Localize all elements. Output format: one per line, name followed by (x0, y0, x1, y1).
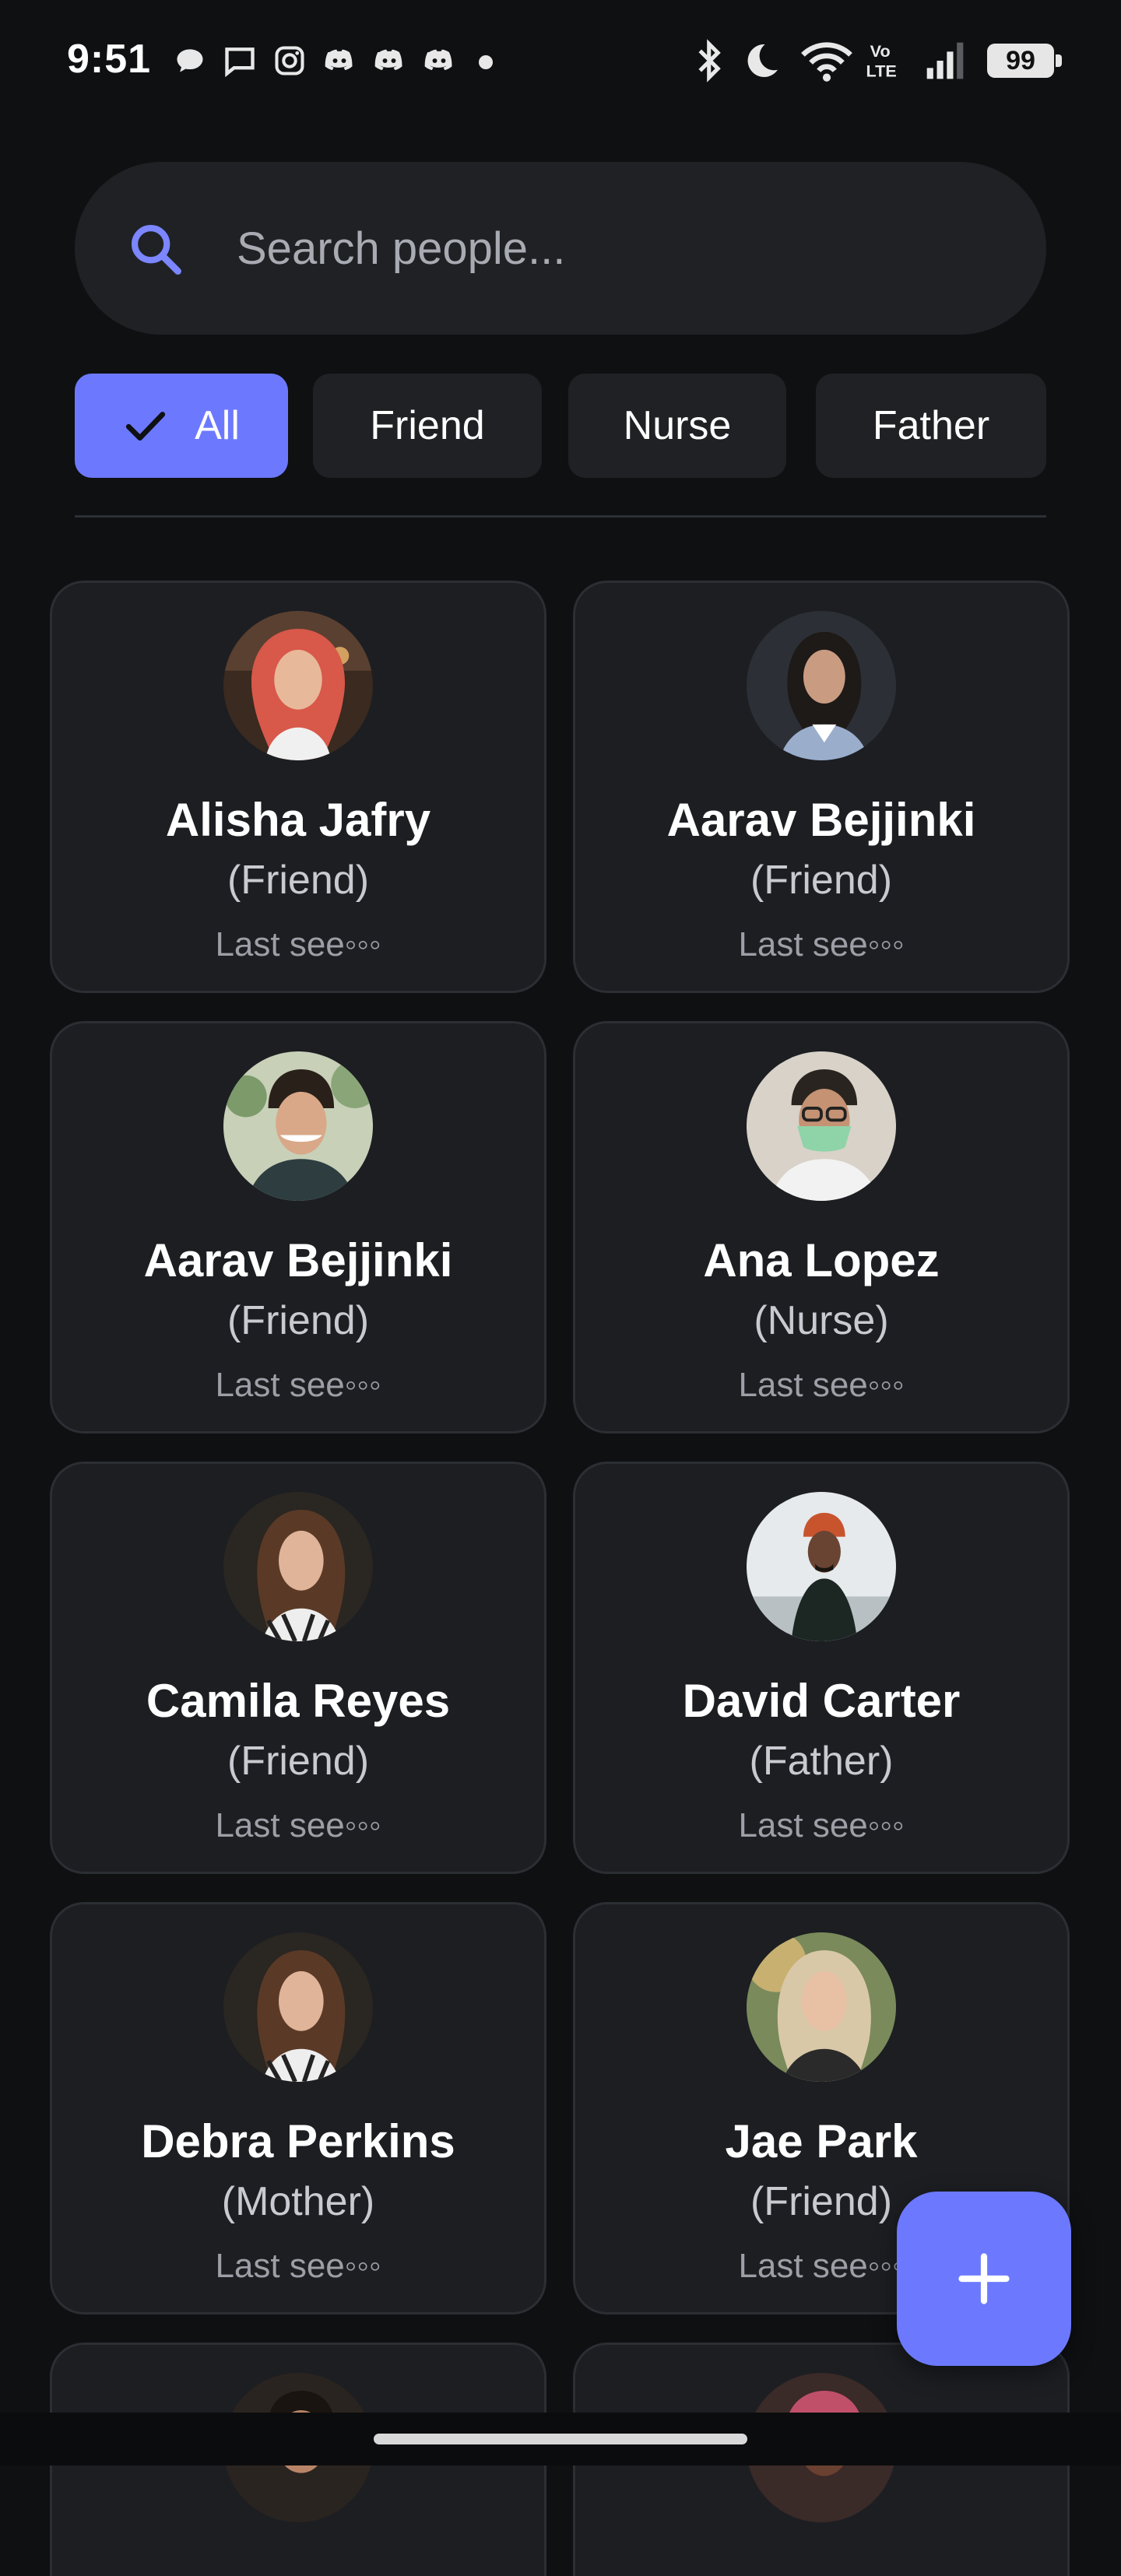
avatar (223, 1932, 373, 2082)
search-icon (131, 224, 181, 275)
dot-icon (479, 55, 493, 69)
avatar (747, 611, 896, 760)
svg-text:LTE: LTE (866, 61, 897, 80)
volte-icon: Vo LTE (866, 41, 897, 80)
avatar (747, 1051, 896, 1201)
person-card[interactable]: Ana Lopez (Nurse) Last see◦◦◦ (573, 1021, 1070, 1434)
last-seen: Last see◦◦◦ (215, 1806, 381, 1844)
person-relation: (Mother) (221, 2179, 375, 2224)
person-card[interactable]: Debra Perkins (Mother) Last see◦◦◦ (50, 1902, 546, 2315)
chat-bubble-icon (177, 49, 203, 72)
person-name: Aarav Bejjinki (143, 1234, 453, 1286)
discord-icon (424, 49, 452, 71)
filter-chip-label: Father (872, 403, 990, 448)
filter-chip-all[interactable]: All (75, 374, 288, 478)
filter-chips: All Friend Nurse Father (75, 374, 1046, 478)
discord-icon (374, 49, 402, 71)
last-seen: Last see◦◦◦ (738, 1366, 905, 1404)
avatar (223, 611, 373, 760)
discord-icon (325, 49, 353, 71)
avatar (223, 1492, 373, 1641)
person-card[interactable]: David Carter (Father) Last see◦◦◦ (573, 1462, 1070, 1874)
status-bar: 9:51 Vo LTE 99 (0, 0, 1121, 125)
last-seen: Last see◦◦◦ (738, 925, 905, 963)
moon-icon (747, 44, 778, 77)
last-seen: Last see◦◦◦ (215, 1366, 381, 1404)
person-relation: (Friend) (750, 858, 893, 903)
message-icon (225, 47, 255, 78)
last-seen: Last see◦◦◦ (215, 925, 381, 963)
person-relation: (Friend) (227, 858, 370, 903)
gesture-handle[interactable] (374, 2434, 747, 2444)
last-seen: Last see◦◦◦ (215, 2247, 381, 2285)
person-card[interactable]: Aarav Bejjinki (Friend) Last see◦◦◦ (50, 1021, 546, 1434)
filter-chip-friend[interactable]: Friend (313, 374, 542, 478)
person-card[interactable]: Aarav Bejjinki (Friend) Last see◦◦◦ (573, 581, 1070, 993)
plus-icon (958, 2253, 1010, 2304)
person-relation: (Nurse) (754, 1298, 889, 1343)
wifi-icon (801, 42, 852, 82)
search-bar[interactable] (75, 162, 1046, 335)
person-relation: (Father) (749, 1739, 894, 1784)
add-person-button[interactable] (897, 2192, 1071, 2366)
avatar (223, 1051, 373, 1201)
filter-chip-nurse[interactable]: Nurse (568, 374, 786, 478)
instagram-icon (275, 46, 304, 75)
person-name: Debra Perkins (141, 2115, 455, 2167)
person-name: Aarav Bejjinki (666, 794, 976, 846)
filter-chip-father[interactable]: Father (816, 374, 1046, 478)
svg-text:Vo: Vo (870, 41, 891, 61)
person-card[interactable]: Camila Reyes (Friend) Last see◦◦◦ (50, 1462, 546, 1874)
person-name: Jae Park (725, 2115, 918, 2167)
signal-icon (926, 42, 964, 79)
avatar (747, 1932, 896, 2082)
person-card[interactable]: Alisha Jafry (Friend) Last see◦◦◦ (50, 581, 546, 993)
filter-chip-label: Friend (370, 403, 485, 448)
search-input[interactable] (235, 209, 1001, 288)
battery-icon: 99 (987, 44, 1062, 78)
filter-chip-label: Nurse (623, 403, 732, 448)
last-seen: Last see◦◦◦ (738, 1806, 905, 1844)
person-relation: (Friend) (227, 1298, 370, 1343)
bluetooth-icon (698, 39, 721, 82)
avatar (747, 1492, 896, 1641)
divider (75, 515, 1046, 518)
person-name: Ana Lopez (703, 1234, 940, 1286)
person-relation: (Friend) (227, 1739, 370, 1784)
person-name: Camila Reyes (146, 1675, 451, 1727)
person-name: David Carter (682, 1675, 961, 1727)
filter-chip-label: All (195, 403, 240, 448)
person-name: Alisha Jafry (165, 794, 431, 846)
check-icon (125, 412, 166, 441)
clock: 9:51 (67, 37, 152, 82)
